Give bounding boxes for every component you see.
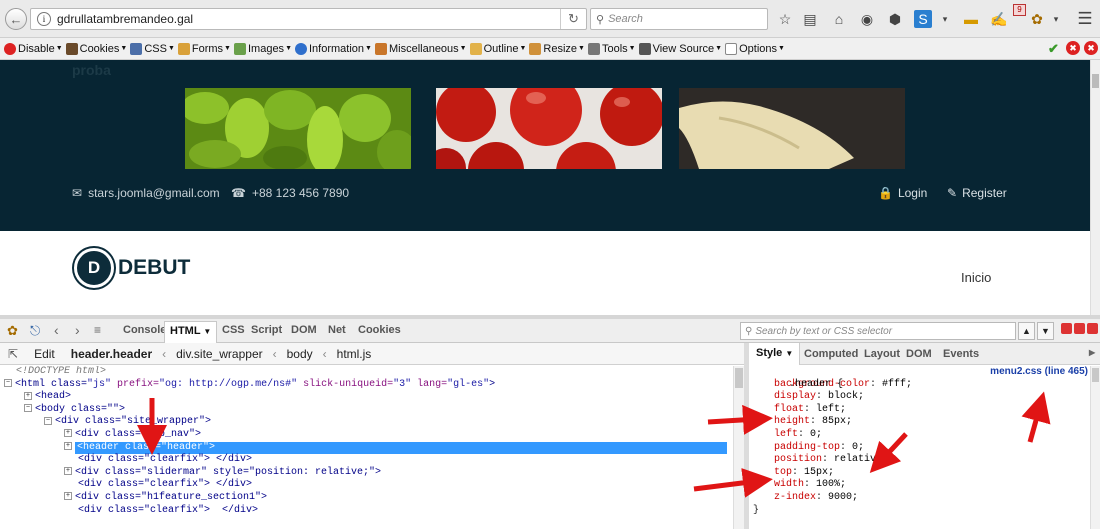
red-arrow-top-icon [693, 467, 773, 498]
red-arrow-source-icon [1021, 391, 1051, 443]
annotation-arrows [137, 391, 1051, 498]
red-arrow-float-icon [707, 404, 773, 435]
red-arrow-position-icon [869, 432, 908, 473]
